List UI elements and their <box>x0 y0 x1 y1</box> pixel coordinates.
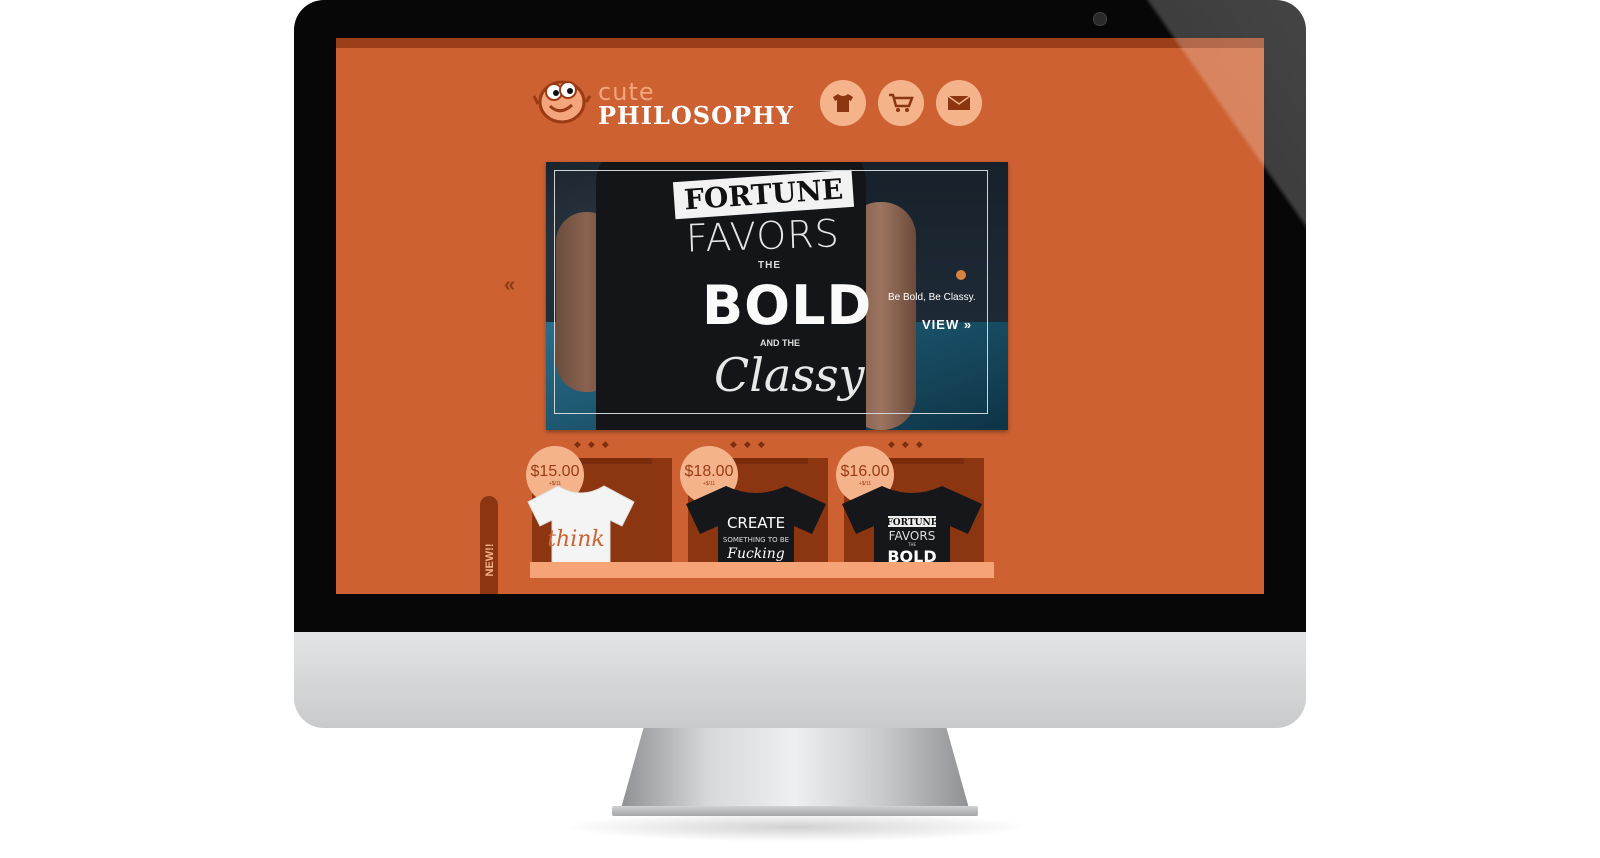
price-label: $15.00 <box>530 463 580 480</box>
contact-mail-button[interactable] <box>936 80 982 126</box>
new-ribbon[interactable]: NEW!! <box>480 496 498 594</box>
hero-slider: FORTUNE FAVORS THE BOLD AND THE Classy B… <box>546 162 1008 430</box>
shop-tshirts-button[interactable] <box>820 80 866 126</box>
stand-shadow <box>560 812 1030 842</box>
slide-indicator-dot[interactable] <box>956 270 966 280</box>
slider-prev-arrow[interactable]: « <box>504 274 515 297</box>
product-shelf-strip <box>530 562 994 578</box>
camera-icon <box>1093 12 1107 26</box>
svg-text:CREATE: CREATE <box>727 514 785 532</box>
tshirt-icon <box>833 94 853 112</box>
svg-text:FORTUNE: FORTUNE <box>886 518 937 528</box>
product-decoration: ◆◆◆ <box>888 439 930 449</box>
cart-icon <box>889 93 914 112</box>
monitor-stand-foot <box>612 806 978 816</box>
new-ribbon-label: NEW!! <box>484 543 496 577</box>
cart-button[interactable] <box>878 80 924 126</box>
top-bar <box>336 38 1264 48</box>
svg-text:FAVORS: FAVORS <box>889 529 936 543</box>
product-decoration: ◆◆◆ <box>574 439 616 449</box>
mascot-logo-icon[interactable] <box>532 72 592 126</box>
price-label: $18.00 <box>684 463 734 480</box>
product-shirt-text: think <box>547 527 605 552</box>
website-screen: cute PHILOSOPHY « » FORTUNE FAVORS THE B… <box>336 38 1264 594</box>
svg-text:SOMETHING TO BE: SOMETHING TO BE <box>723 536 789 544</box>
svg-text:Fucking: Fucking <box>726 546 785 562</box>
product-decoration: ◆◆◆ <box>730 439 772 449</box>
logo-text-philosophy: PHILOSOPHY <box>598 101 794 130</box>
view-product-link[interactable]: VIEW » <box>922 317 972 332</box>
price-label: $16.00 <box>840 463 890 480</box>
mail-icon <box>947 95 971 110</box>
monitor-chin <box>294 630 1306 728</box>
slide-caption: Be Bold, Be Classy. <box>888 292 976 303</box>
